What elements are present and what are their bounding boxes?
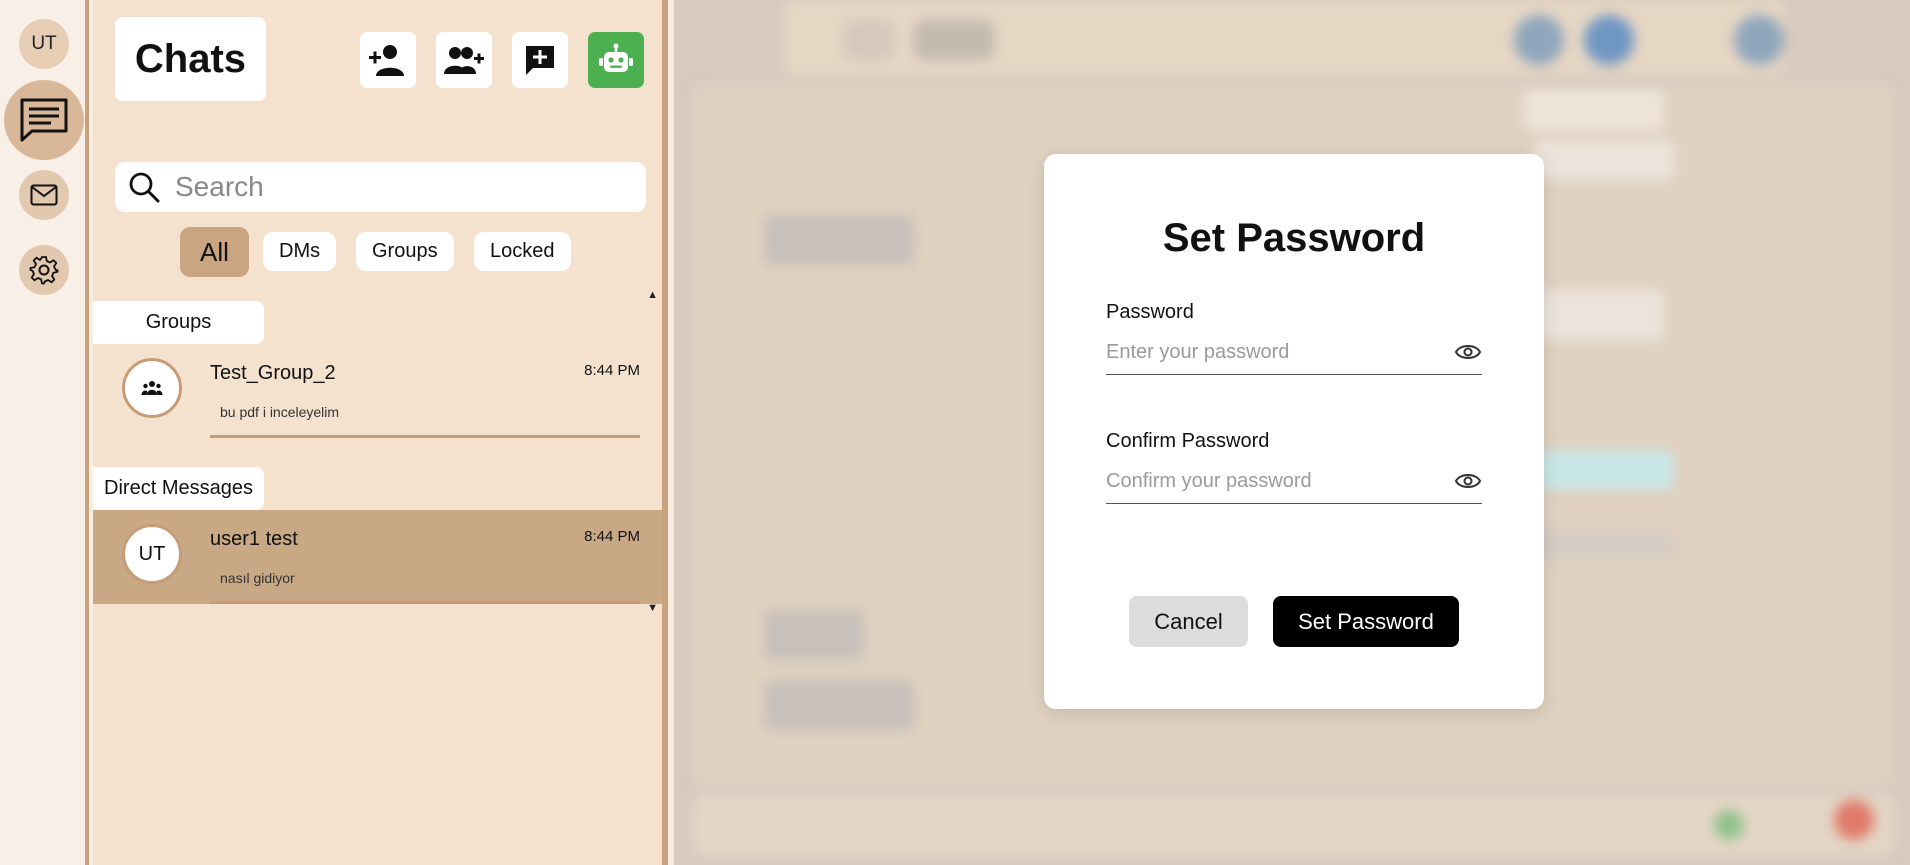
modal-title: Set Password bbox=[1162, 216, 1426, 260]
confirm-password-label: Confirm Password bbox=[1106, 430, 1270, 452]
password-field-wrapper bbox=[1106, 331, 1482, 375]
chat-item-direct[interactable]: UT user1 test 8:44 PM nasıl gidiyor bbox=[93, 510, 662, 604]
nav-settings-button[interactable] bbox=[19, 245, 69, 295]
gear-icon bbox=[29, 256, 59, 285]
set-password-modal: Set Password Password Confirm Password C… bbox=[1044, 154, 1544, 709]
new-message-button[interactable] bbox=[512, 32, 568, 88]
add-contact-icon bbox=[369, 45, 404, 76]
section-groups-label: Groups bbox=[93, 301, 264, 344]
filter-locked[interactable]: Locked bbox=[474, 232, 571, 271]
create-group-icon bbox=[444, 47, 484, 74]
group-avatar bbox=[122, 358, 182, 418]
filter-all[interactable]: All bbox=[180, 227, 249, 277]
nav-mail-button[interactable] bbox=[19, 170, 69, 220]
page-title: Chats bbox=[115, 17, 266, 101]
chat-name: user1 test bbox=[210, 528, 298, 550]
toggle-password-visibility[interactable] bbox=[1454, 341, 1482, 368]
password-input[interactable] bbox=[1106, 341, 1436, 364]
chat-time: 8:44 PM bbox=[584, 528, 640, 545]
divider bbox=[210, 601, 640, 604]
mail-icon bbox=[30, 184, 58, 206]
eye-icon bbox=[1454, 474, 1482, 488]
user-avatar[interactable]: UT bbox=[19, 19, 69, 69]
chat-preview: bu pdf i inceleyelim bbox=[220, 404, 340, 420]
add-contact-button[interactable] bbox=[360, 32, 416, 88]
chat-name: Test_Group_2 bbox=[210, 362, 336, 384]
filter-dms[interactable]: DMs bbox=[263, 232, 337, 271]
robot-icon bbox=[599, 43, 633, 72]
scroll-down-arrow[interactable]: ▼ bbox=[647, 602, 658, 614]
search-input[interactable] bbox=[175, 171, 615, 203]
nav-rail: UT bbox=[0, 0, 89, 865]
eye-icon bbox=[1454, 345, 1482, 359]
ai-bot-button[interactable] bbox=[588, 32, 644, 88]
new-message-icon bbox=[526, 46, 554, 75]
cancel-button[interactable]: Cancel bbox=[1129, 596, 1248, 647]
toggle-confirm-visibility[interactable] bbox=[1454, 470, 1482, 497]
confirm-field-wrapper bbox=[1106, 460, 1482, 504]
nav-chats-button[interactable] bbox=[4, 80, 84, 160]
scroll-up-arrow[interactable]: ▲ bbox=[647, 289, 658, 301]
divider bbox=[210, 435, 640, 438]
password-label: Password bbox=[1106, 301, 1194, 323]
create-group-button[interactable] bbox=[436, 32, 492, 88]
chat-item-group[interactable]: Test_Group_2 8:44 PM bu pdf i inceleyeli… bbox=[93, 344, 662, 438]
search-bar bbox=[115, 162, 646, 212]
confirm-password-input[interactable] bbox=[1106, 470, 1436, 493]
chat-preview: nasıl gidiyor bbox=[220, 570, 295, 586]
set-password-button[interactable]: Set Password bbox=[1273, 596, 1459, 647]
chat-sidebar: Chats Search All DMs Groups Locked ▲ Gro… bbox=[93, 0, 668, 865]
search-icon bbox=[129, 172, 160, 203]
group-icon bbox=[141, 381, 163, 395]
chat-time: 8:44 PM bbox=[584, 362, 640, 379]
chat-bubble-icon bbox=[20, 98, 68, 142]
section-direct-label: Direct Messages bbox=[93, 467, 264, 510]
filter-groups[interactable]: Groups bbox=[356, 232, 454, 271]
avatar: UT bbox=[122, 524, 182, 584]
